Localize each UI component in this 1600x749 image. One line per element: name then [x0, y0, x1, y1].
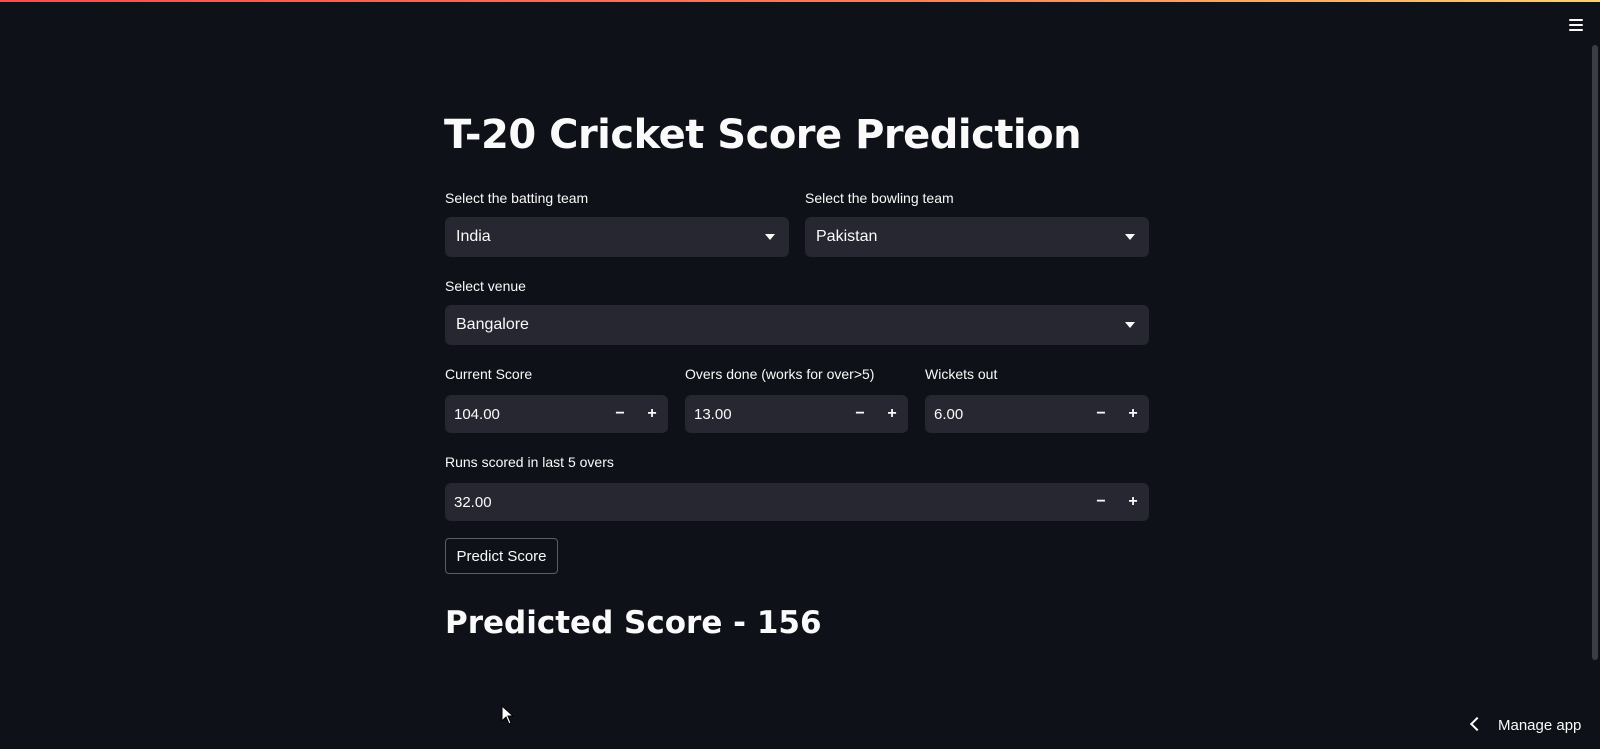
last-five-overs-decrement-button[interactable]: −	[1085, 483, 1117, 521]
wickets-out-increment-button[interactable]: +	[1117, 395, 1149, 433]
last-five-overs-input[interactable]	[445, 483, 1075, 521]
overs-done-label: Overs done (works for over>5)	[685, 366, 875, 382]
wickets-out-input[interactable]	[925, 395, 1075, 433]
hamburger-menu-icon[interactable]	[1566, 15, 1586, 35]
current-score-input[interactable]	[445, 395, 595, 433]
last-five-overs-input-group: − +	[445, 483, 1149, 521]
chevron-left-icon	[1469, 716, 1485, 732]
batting-team-label: Select the batting team	[445, 190, 589, 206]
mouse-cursor-icon	[501, 705, 515, 725]
predicted-score-heading: Predicted Score - 156	[445, 605, 822, 641]
last-five-overs-label: Runs scored in last 5 overs	[445, 454, 614, 470]
decoration-top-gradient-bar	[0, 0, 1600, 2]
manage-app-label: Manage app	[1498, 717, 1582, 734]
page-title: T-20 Cricket Score Prediction	[444, 112, 1082, 158]
overs-done-decrement-button[interactable]: −	[844, 395, 876, 433]
current-score-label: Current Score	[445, 366, 533, 382]
bowling-team-value: Pakistan	[816, 228, 878, 245]
predict-score-button[interactable]: Predict Score	[445, 538, 558, 574]
overs-done-input-group: − +	[685, 395, 908, 433]
chevron-down-icon	[1125, 322, 1135, 328]
wickets-out-label: Wickets out	[925, 366, 998, 382]
last-five-overs-increment-button[interactable]: +	[1117, 483, 1149, 521]
current-score-increment-button[interactable]: +	[636, 395, 668, 433]
wickets-out-input-group: − +	[925, 395, 1149, 433]
wickets-out-decrement-button[interactable]: −	[1085, 395, 1117, 433]
bowling-team-label: Select the bowling team	[805, 190, 954, 206]
batting-team-select[interactable]: India	[445, 217, 789, 257]
overs-done-increment-button[interactable]: +	[876, 395, 908, 433]
overs-done-input[interactable]	[685, 395, 835, 433]
venue-label: Select venue	[445, 278, 526, 294]
current-score-input-group: − +	[445, 395, 668, 433]
venue-select[interactable]: Bangalore	[445, 305, 1149, 345]
chevron-down-icon	[1125, 234, 1135, 240]
bowling-team-select[interactable]: Pakistan	[805, 217, 1149, 257]
current-score-decrement-button[interactable]: −	[604, 395, 636, 433]
page-scrollbar[interactable]	[1592, 45, 1598, 660]
batting-team-value: India	[456, 228, 491, 245]
venue-value: Bangalore	[456, 316, 529, 333]
chevron-down-icon	[765, 234, 775, 240]
